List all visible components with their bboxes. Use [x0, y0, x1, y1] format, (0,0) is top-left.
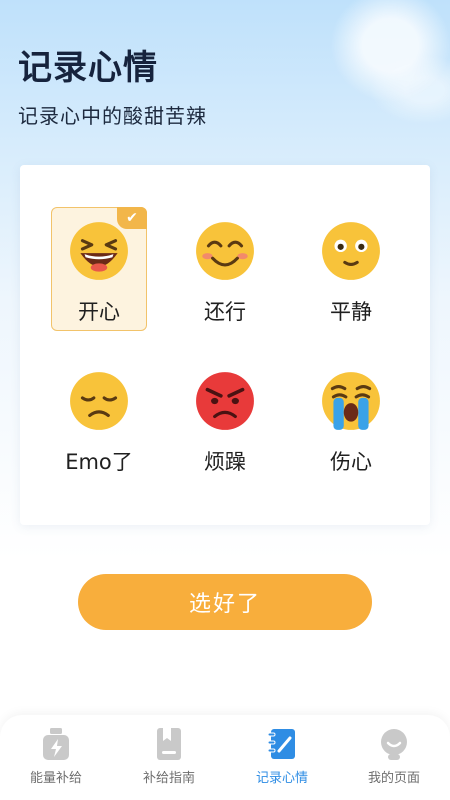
mood-label: 烦躁	[204, 450, 246, 474]
tab-record-mood[interactable]: 记录心情	[226, 715, 338, 800]
mood-label: 伤心	[330, 450, 372, 474]
mood-label: 还行	[204, 300, 246, 324]
tab-label: 记录心情	[255, 771, 308, 786]
tab-label: 能量补给	[29, 771, 82, 786]
calm-face-icon	[322, 222, 380, 280]
page-subtitle: 记录心中的酸甜苦辣	[18, 104, 207, 128]
profile-avatar-icon	[381, 729, 407, 760]
sad-face-icon	[70, 372, 128, 430]
mood-grid-card: ✔ 开心 还行 平静 Emo了 烦躁 伤心	[20, 165, 430, 525]
tab-my-page[interactable]: 我的页面	[338, 715, 450, 800]
crying-face-icon	[322, 372, 380, 430]
tab-energy-supply[interactable]: 能量补给	[0, 715, 112, 800]
tab-supply-guide[interactable]: 补给指南	[113, 715, 225, 800]
tab-label: 补给指南	[142, 771, 195, 786]
mood-option-happy[interactable]: ✔ 开心	[51, 207, 147, 331]
mood-option-emo[interactable]: Emo了	[51, 357, 147, 481]
mood-option-calm[interactable]: 平静	[303, 207, 399, 331]
mood-label: 开心	[78, 300, 120, 324]
bottom-tab-bar: 能量补给 补给指南 记录心情 我的页面	[0, 715, 450, 800]
mood-label: 平静	[330, 300, 372, 324]
smiling-face-icon	[196, 222, 254, 280]
header-illustration	[280, 0, 450, 150]
energy-bottle-icon	[43, 728, 69, 760]
angry-face-icon	[196, 372, 254, 430]
confirm-mood-button[interactable]: 选好了	[78, 574, 372, 630]
guide-book-icon	[157, 728, 181, 760]
mood-notebook-icon	[267, 729, 295, 759]
mood-option-sad[interactable]: 伤心	[303, 357, 399, 481]
page-title: 记录心情	[18, 48, 158, 88]
mood-option-irritated[interactable]: 烦躁	[177, 357, 273, 481]
tab-label: 我的页面	[367, 771, 420, 786]
laughing-face-icon	[70, 222, 128, 280]
mood-option-okay[interactable]: 还行	[177, 207, 273, 331]
mood-label: Emo了	[65, 450, 133, 474]
